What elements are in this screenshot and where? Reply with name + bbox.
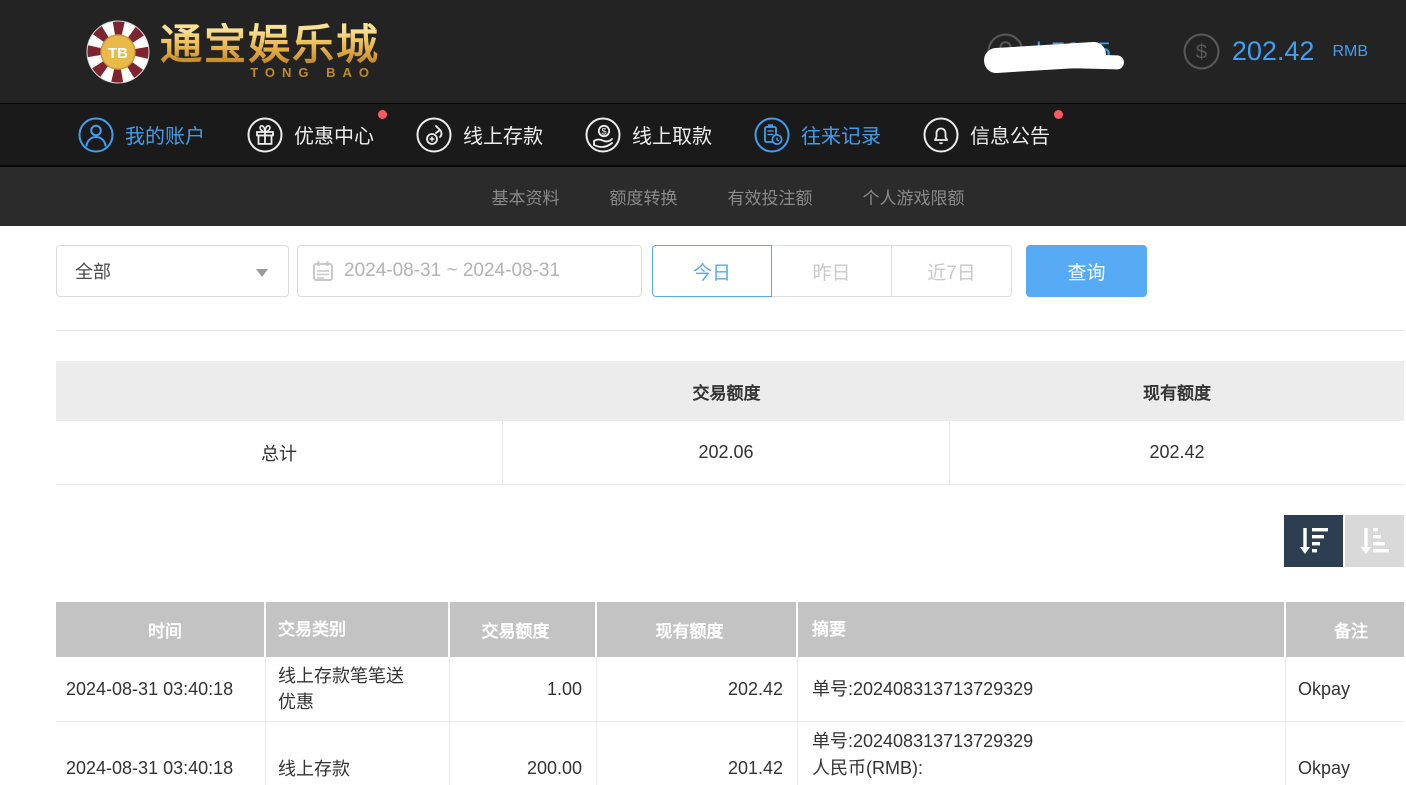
sort-ascending-icon [1358,525,1392,557]
date-range-input[interactable]: 2024-08-31 ~ 2024-08-31 [297,245,642,297]
svg-text:TB: TB [108,45,128,62]
account-records-page: TB 通宝娱乐城 TONG BAO b7325 [0,0,1406,785]
cell-time: 2024-08-31 03:40:18 [56,657,266,721]
summary-header-current-amount: 现有额度 [950,361,1404,421]
sort-descending-icon [1297,525,1331,557]
cell-type: 线上存款 [266,722,450,785]
type-select[interactable]: 全部 [56,245,289,297]
nav-item-online-deposit[interactable]: 线上存款 [416,117,543,153]
balance-display[interactable]: $ 202.42 RMB [1183,33,1368,70]
user-icon [78,117,114,153]
withdraw-icon: $ [585,117,621,153]
quick-range-group: 今日 昨日 近7日 [652,245,1012,297]
summary-header-blank [56,361,503,421]
table-row: 2024-08-31 03:40:18 线上存款笔笔送 优惠 1.00 202.… [56,657,1404,722]
col-header-type: 交易类别 [266,602,450,657]
nav-item-my-account[interactable]: 我的账户 [78,117,205,153]
chevron-down-icon [256,269,268,277]
col-header-amount: 交易额度 [450,602,597,657]
content-area: 全部 2024-08-31 ~ 2024-08-31 今日 昨日 近7日 [56,245,1404,785]
summary-total-row: 总计 202.06 202.42 [56,421,1404,485]
summary-header-transaction-amount: 交易额度 [503,361,950,421]
logo-title-cn: 通宝娱乐城 [160,23,380,67]
redaction-blob [1006,52,1124,69]
subnav-item-quota-transfer[interactable]: 额度转换 [610,184,678,209]
cell-amount: 200.00 [450,722,597,785]
cell-summary: 单号:202408313713729329 人民币(RMB): 200 [798,722,1286,785]
sort-descending-button[interactable] [1284,515,1343,567]
dollar-circle-icon: $ [1183,33,1220,70]
filter-bar: 全部 2024-08-31 ~ 2024-08-31 今日 昨日 近7日 [56,245,1404,297]
cell-type: 线上存款笔笔送 优惠 [266,657,450,721]
main-nav: 我的账户 优惠中心 线上存款 [0,103,1406,167]
username-display[interactable]: b7325 [987,33,1113,70]
summary-transaction-amount: 202.06 [503,421,950,484]
badge-dot [378,110,387,119]
search-button[interactable]: 查询 [1026,245,1147,297]
balance-currency: RMB [1332,43,1368,61]
logo-text: 通宝娱乐城 TONG BAO [160,23,380,80]
summary-header-row: 交易额度 现有额度 [56,361,1404,421]
section-divider [56,330,1404,331]
cell-balance: 202.42 [597,657,798,721]
transactions-header-row: 时间 交易类别 交易额度 现有额度 摘要 备注 [56,602,1404,657]
nav-item-announcements[interactable]: 信息公告 [923,117,1050,153]
col-header-summary: 摘要 [798,602,1286,657]
cell-time: 2024-08-31 03:40:18 [56,722,266,785]
masked-username: b7325 [1036,38,1113,66]
yesterday-button[interactable]: 昨日 [772,245,892,297]
sort-controls [56,515,1404,567]
subnav-item-game-limits[interactable]: 个人游戏限额 [863,184,965,209]
svg-text:$: $ [601,126,606,136]
nav-item-transaction-records[interactable]: 往来记录 [754,117,881,153]
site-logo[interactable]: TB 通宝娱乐城 TONG BAO [86,17,380,87]
badge-dot [1054,110,1063,119]
col-header-balance: 现有额度 [597,602,798,657]
gift-icon [247,117,283,153]
table-row: 2024-08-31 03:40:18 线上存款 200.00 201.42 单… [56,722,1404,785]
calendar-icon [312,260,334,282]
cell-amount: 1.00 [450,657,597,721]
nav-item-promotions[interactable]: 优惠中心 [247,117,374,153]
summary-table: 交易额度 现有额度 总计 202.06 202.42 [56,361,1404,485]
casino-chip-icon: TB [86,17,150,87]
top-header: TB 通宝娱乐城 TONG BAO b7325 [0,0,1406,103]
sort-ascending-button[interactable] [1345,515,1404,567]
deposit-icon [416,117,452,153]
logo-title-en: TONG BAO [160,65,380,80]
nav-item-online-withdrawal[interactable]: $ 线上取款 [585,117,712,153]
transactions-table: 时间 交易类别 交易额度 现有额度 摘要 备注 2024-08-31 03:40… [56,602,1404,785]
subnav-item-basic-info[interactable]: 基本资料 [492,184,560,209]
col-header-time: 时间 [56,602,266,657]
balance-amount: 202.42 [1232,36,1315,67]
cell-note: Okpay [1286,722,1404,785]
today-button[interactable]: 今日 [652,245,772,297]
bell-icon [923,117,959,153]
svg-text:$: $ [1196,41,1208,64]
summary-total-label: 总计 [56,421,503,484]
last7days-button[interactable]: 近7日 [892,245,1012,297]
account-subnav: 基本资料 额度转换 有效投注额 个人游戏限额 [0,167,1406,226]
records-icon [754,117,790,153]
subnav-item-valid-bets[interactable]: 有效投注额 [728,184,813,209]
cell-note: Okpay [1286,657,1404,721]
summary-current-amount: 202.42 [950,421,1404,484]
col-header-note: 备注 [1286,602,1404,657]
type-select-value: 全部 [75,258,111,284]
header-account-info: b7325 $ 202.42 RMB [987,33,1368,70]
cell-balance: 201.42 [597,722,798,785]
cell-summary: 单号:202408313713729329 [798,657,1286,721]
date-range-value: 2024-08-31 ~ 2024-08-31 [344,260,560,282]
